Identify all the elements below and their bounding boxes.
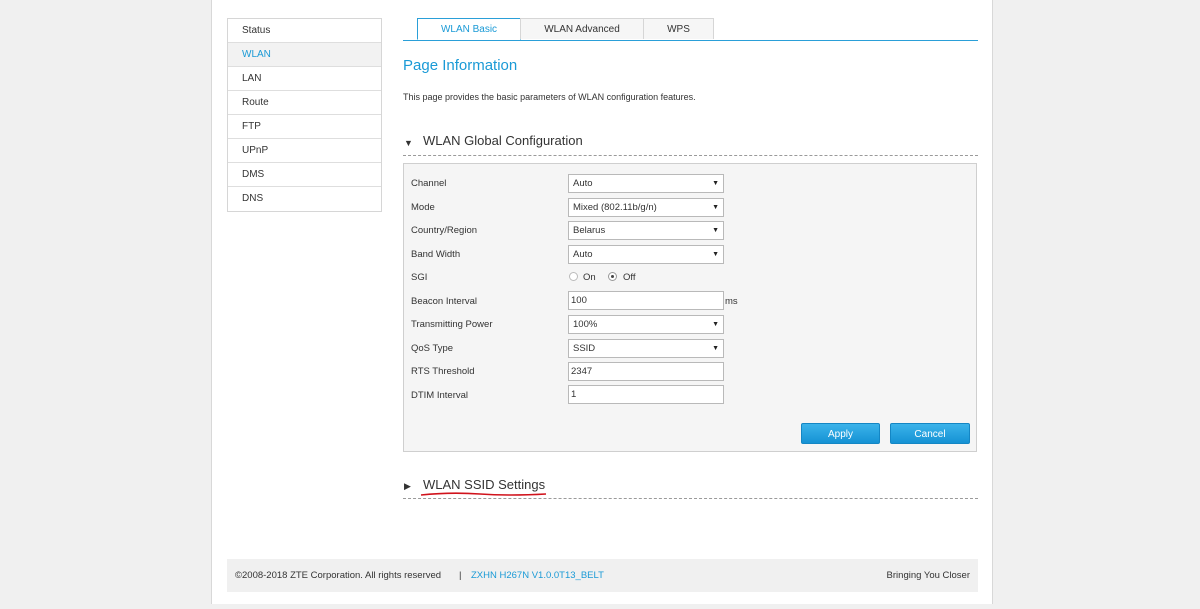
tx-power-value: 100%	[573, 319, 598, 330]
channel-label: Channel	[411, 178, 447, 189]
section-title: WLAN Global Configuration	[423, 133, 583, 148]
country-value: Belarus	[573, 225, 606, 236]
copyright-text: ©2008-2018 ZTE Corporation. All rights r…	[235, 570, 442, 581]
rts-threshold-input[interactable]: 2347	[568, 362, 724, 381]
caret-down-icon: ▼	[712, 180, 719, 187]
country-label: Country/Region	[411, 225, 478, 236]
tab-bar: WLAN Basic WLAN Advanced WPS	[403, 18, 978, 41]
mode-label: Mode	[411, 202, 435, 213]
sidebar-item-route[interactable]: Route	[228, 91, 381, 115]
sidebar-item-wlan[interactable]: WLAN	[228, 43, 381, 67]
wlan-global-config-header[interactable]: ▼ WLAN Global Configuration	[403, 130, 978, 156]
sidebar-item-lan[interactable]: LAN	[228, 67, 381, 91]
tab-wlan-basic[interactable]: WLAN Basic	[417, 18, 521, 40]
qos-type-select[interactable]: SSID ▼	[568, 339, 724, 358]
beacon-interval-label: Beacon Interval	[411, 296, 478, 307]
triangle-right-icon: ▶	[404, 481, 411, 491]
beacon-unit: ms	[725, 296, 738, 307]
tx-power-select[interactable]: 100% ▼	[568, 315, 724, 334]
sgi-on-label: On	[583, 272, 596, 283]
triangle-down-icon: ▼	[404, 138, 413, 148]
cancel-button[interactable]: Cancel	[890, 423, 970, 444]
channel-select[interactable]: Auto ▼	[568, 174, 724, 193]
sgi-off-radio[interactable]	[608, 272, 617, 281]
sgi-off-label: Off	[623, 272, 636, 283]
caret-down-icon: ▼	[712, 204, 719, 211]
page-description: This page provides the basic parameters …	[403, 92, 696, 102]
tab-wlan-advanced[interactable]: WLAN Advanced	[520, 18, 644, 39]
rts-threshold-label: RTS Threshold	[411, 366, 475, 377]
qos-type-value: SSID	[573, 343, 596, 354]
bandwidth-label: Band Width	[411, 249, 461, 260]
page-title: Page Information	[403, 57, 518, 74]
sidebar-menu: Status WLAN LAN Route FTP UPnP DMS DNS	[227, 18, 382, 212]
sgi-label: SGI	[411, 272, 428, 283]
sidebar-item-dns[interactable]: DNS	[228, 187, 381, 211]
dtim-interval-label: DTIM Interval	[411, 390, 469, 401]
mode-select[interactable]: Mixed (802.11b/g/n) ▼	[568, 198, 724, 217]
footer: ©2008-2018 ZTE Corporation. All rights r…	[227, 559, 978, 592]
caret-down-icon: ▼	[712, 345, 719, 352]
footer-separator: |	[459, 570, 462, 581]
beacon-interval-input[interactable]: 100	[568, 291, 724, 310]
sidebar-item-ftp[interactable]: FTP	[228, 115, 381, 139]
model-version-link[interactable]: ZXHN H267N V1.0.0T13_BELT	[471, 570, 604, 581]
country-select[interactable]: Belarus ▼	[568, 221, 724, 240]
sidebar-item-dms[interactable]: DMS	[228, 163, 381, 187]
caret-down-icon: ▼	[712, 321, 719, 328]
qos-type-label: QoS Type	[411, 343, 454, 354]
sidebar-item-status[interactable]: Status	[228, 19, 381, 43]
sidebar-item-upnp[interactable]: UPnP	[228, 139, 381, 163]
tx-power-label: Transmitting Power	[411, 319, 493, 330]
dtim-interval-input[interactable]: 1	[568, 385, 724, 404]
bandwidth-value: Auto	[573, 249, 593, 260]
red-annotation-underline	[420, 492, 547, 496]
caret-down-icon: ▼	[712, 251, 719, 258]
apply-button[interactable]: Apply	[801, 423, 880, 444]
channel-value: Auto	[573, 178, 593, 189]
caret-down-icon: ▼	[712, 227, 719, 234]
bandwidth-select[interactable]: Auto ▼	[568, 245, 724, 264]
tab-wps[interactable]: WPS	[643, 18, 714, 39]
sgi-on-radio[interactable]	[569, 272, 578, 281]
slogan-text: Bringing You Closer	[886, 570, 970, 581]
mode-value: Mixed (802.11b/g/n)	[573, 202, 657, 213]
